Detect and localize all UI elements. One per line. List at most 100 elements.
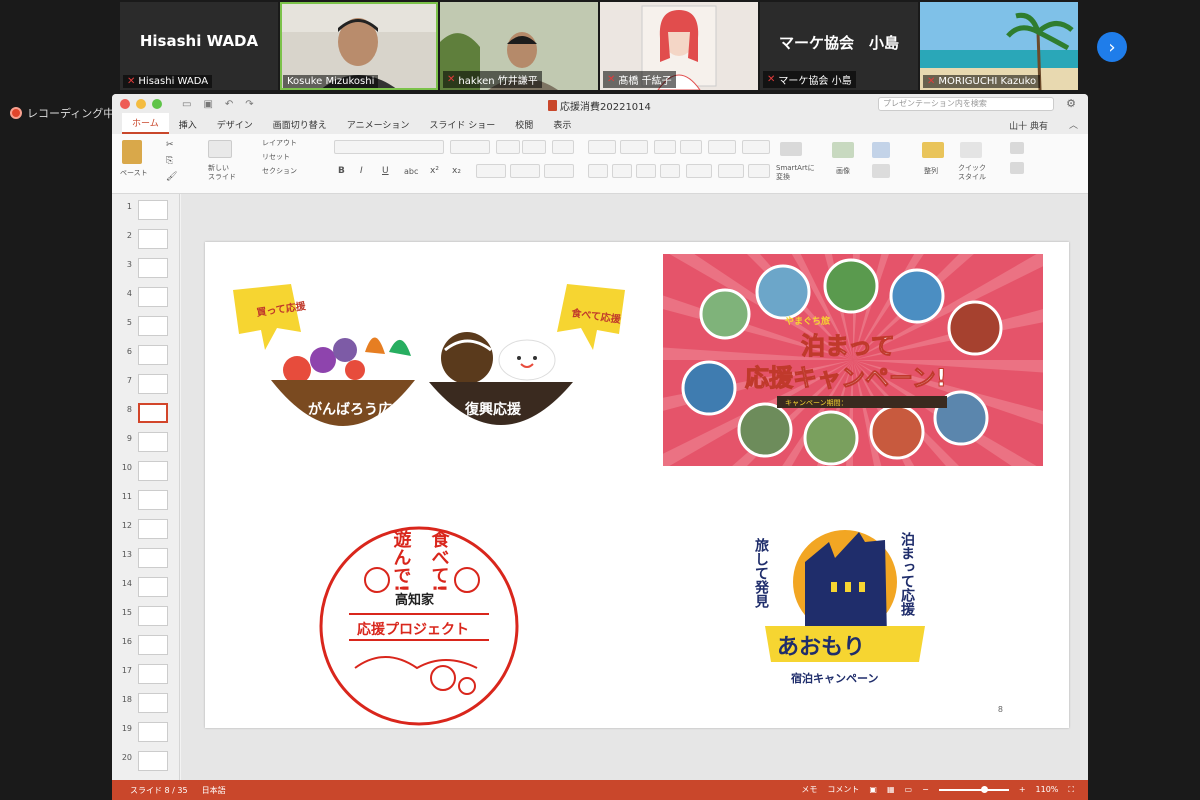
close-window-icon[interactable] (120, 99, 130, 109)
slide-thumbnail[interactable]: 10 (112, 459, 179, 487)
zoom-slider[interactable] (938, 785, 1009, 793)
section-button[interactable]: セクション (262, 166, 297, 176)
slide-thumbnail[interactable]: 18 (112, 691, 179, 719)
arrange-icon[interactable] (922, 142, 944, 158)
increase-indent-icon[interactable] (680, 140, 702, 154)
font-family-select[interactable] (334, 140, 444, 154)
comments-button[interactable]: コメント (827, 784, 859, 795)
superscript-icon[interactable]: x² (430, 166, 439, 176)
tab-slideshow[interactable]: スライド ショー (419, 115, 505, 134)
underline-icon[interactable]: U (382, 166, 389, 176)
save-icon[interactable]: ▣ (203, 99, 212, 110)
tab-transitions[interactable]: 画面切り替え (263, 115, 337, 134)
layout-button[interactable]: レイアウト (262, 138, 297, 148)
minimize-window-icon[interactable] (136, 99, 146, 109)
settings-gear-icon[interactable]: ⚙ (1066, 97, 1076, 110)
align-right-icon[interactable] (636, 164, 656, 178)
tab-home[interactable]: ホーム (122, 113, 169, 134)
slide-thumbnail[interactable]: 14 (112, 575, 179, 603)
participant-tile[interactable]: Hisashi WADA ✕ Hisashi WADA (120, 2, 278, 90)
text-box-insert-icon[interactable] (872, 164, 890, 178)
decrease-indent-icon[interactable] (654, 140, 676, 154)
normal-view-icon[interactable]: ▣ (869, 785, 877, 794)
picture-icon[interactable] (832, 142, 854, 158)
align-left-icon[interactable] (588, 164, 608, 178)
collapse-ribbon-icon[interactable]: ︿ (1069, 118, 1078, 131)
zoom-out-icon[interactable]: − (922, 785, 929, 794)
clear-format-icon[interactable] (552, 140, 574, 154)
tab-review[interactable]: 校閲 (505, 115, 543, 134)
participant-tile[interactable]: ✕ 髙橋 千紘子 (600, 2, 758, 90)
participant-tile[interactable]: ✕ MORIGUCHI Kazuko (920, 2, 1078, 90)
justify-icon[interactable] (660, 164, 680, 178)
notes-button[interactable]: メモ (801, 784, 817, 795)
align-center-icon[interactable] (612, 164, 632, 178)
tab-insert[interactable]: 挿入 (169, 115, 207, 134)
char-spacing-icon[interactable] (476, 164, 506, 178)
increase-font-icon[interactable] (496, 140, 520, 154)
tab-animations[interactable]: アニメーション (337, 115, 420, 134)
reading-view-icon[interactable]: ▭ (905, 785, 913, 794)
next-page-chevron-icon[interactable]: › (1097, 32, 1127, 62)
slide-thumbnail[interactable]: 2 (112, 227, 179, 255)
numbering-icon[interactable] (620, 140, 648, 154)
participant-tile[interactable]: マーケ協会 小島 ✕ マーケ協会 小島 (760, 2, 918, 90)
slide-thumbnail[interactable]: 13 (112, 546, 179, 574)
change-case-icon[interactable] (510, 164, 540, 178)
shape-fill-icon[interactable] (1010, 142, 1024, 154)
presentation-search-input[interactable]: プレゼンテーション内を検索 (878, 97, 1054, 111)
copy-icon[interactable]: ⎘ (166, 156, 173, 166)
zoom-level[interactable]: 110% (1036, 785, 1059, 794)
slide-thumbnail[interactable]: 8 (112, 401, 179, 429)
text-box-icon[interactable] (748, 164, 770, 178)
new-slide-icon[interactable] (208, 140, 232, 158)
subscript-icon[interactable]: x₂ (452, 166, 461, 176)
slide-thumbnail[interactable]: 17 (112, 662, 179, 690)
columns-icon[interactable] (686, 164, 712, 178)
bullets-icon[interactable] (588, 140, 616, 154)
bold-icon[interactable]: B (338, 166, 345, 176)
slide-thumbnail[interactable]: 6 (112, 343, 179, 371)
cut-icon[interactable]: ✂ (166, 140, 174, 150)
slide-thumbnail[interactable]: 7 (112, 372, 179, 400)
zoom-window-icon[interactable] (152, 99, 162, 109)
slide-thumbnail[interactable]: 3 (112, 256, 179, 284)
zoom-in-icon[interactable]: + (1019, 785, 1026, 794)
paste-icon[interactable] (122, 140, 142, 164)
italic-icon[interactable]: I (360, 166, 363, 176)
font-color-icon[interactable] (544, 164, 574, 178)
line-spacing-icon[interactable] (708, 140, 736, 154)
fit-slide-icon[interactable]: ⛶ (1068, 785, 1074, 795)
slide-thumbnail[interactable]: 12 (112, 517, 179, 545)
undo-icon[interactable]: ↶ (225, 99, 233, 110)
shape-outline-icon[interactable] (1010, 162, 1024, 174)
slide-thumbnail[interactable]: 4 (112, 285, 179, 313)
align-text-icon[interactable] (718, 164, 744, 178)
shapes-icon[interactable] (872, 142, 890, 158)
participant-tile[interactable]: Kosuke Mizukoshi (280, 2, 438, 90)
current-slide[interactable]: 買って応援 食べて応援 がんばろう広島 復興応援 やまぐち旅 泊まって 応援キャ… (205, 242, 1069, 728)
slide-thumbnail[interactable]: 11 (112, 488, 179, 516)
decrease-font-icon[interactable] (522, 140, 546, 154)
format-painter-icon[interactable]: 🖌 (166, 172, 177, 182)
slide-thumbnail[interactable]: 9 (112, 430, 179, 458)
strikethrough-icon[interactable]: abc (404, 167, 418, 176)
sidebar-toggle-icon[interactable]: ▭ (182, 99, 191, 110)
slide-thumbnail[interactable]: 20 (112, 749, 179, 777)
language-indicator[interactable]: 日本語 (202, 785, 226, 796)
quick-style-icon[interactable] (960, 142, 982, 158)
text-direction-icon[interactable] (742, 140, 770, 154)
participant-tile[interactable]: ✕ hakken 竹井謙平 (440, 2, 598, 90)
redo-icon[interactable]: ↷ (245, 99, 253, 110)
tab-view[interactable]: 表示 (543, 115, 581, 134)
reset-button[interactable]: リセット (262, 152, 290, 162)
recording-indicator[interactable]: レコーディング中 (10, 105, 114, 121)
slide-thumbnail[interactable]: 1 (112, 198, 179, 226)
slide-thumbnail[interactable]: 15 (112, 604, 179, 632)
smartart-icon[interactable] (780, 142, 802, 156)
slide-thumbnail[interactable]: 5 (112, 314, 179, 342)
tab-design[interactable]: デザイン (207, 115, 263, 134)
sorter-view-icon[interactable]: ▦ (887, 785, 895, 794)
slide-thumbnail[interactable]: 19 (112, 720, 179, 748)
slide-thumbnail[interactable]: 16 (112, 633, 179, 661)
